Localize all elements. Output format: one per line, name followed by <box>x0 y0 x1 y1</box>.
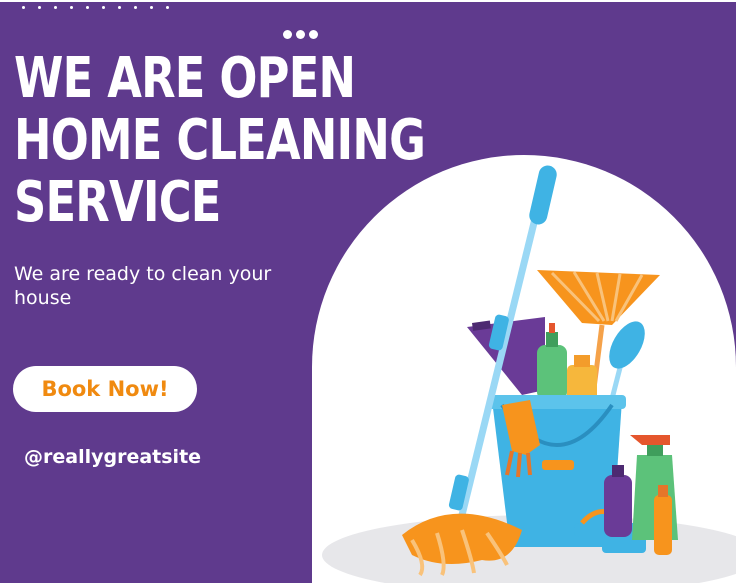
dot <box>38 6 41 9</box>
banner: WE ARE OPEN HOME CLEANING SERVICE We are… <box>0 0 736 583</box>
dot <box>86 6 89 9</box>
accent-dot <box>296 30 305 39</box>
dot <box>166 6 169 9</box>
top-border <box>0 0 736 2</box>
dot <box>102 6 105 9</box>
accent-dot <box>309 30 318 39</box>
headline-line-1: WE ARE OPEN <box>14 46 356 111</box>
subtitle: We are ready to clean your house <box>14 263 272 309</box>
dot <box>150 6 153 9</box>
headline-accent-dots <box>283 30 318 39</box>
dot <box>70 6 73 9</box>
accent-dot <box>283 30 292 39</box>
dot <box>54 6 57 9</box>
book-now-button[interactable]: Book Now! <box>13 366 197 412</box>
dot <box>134 6 137 9</box>
dot <box>22 6 25 9</box>
decorative-dots <box>22 6 169 9</box>
cleaning-supplies-illustration <box>322 165 736 583</box>
dot <box>118 6 121 9</box>
website-handle: @reallygreatsite <box>24 446 202 468</box>
